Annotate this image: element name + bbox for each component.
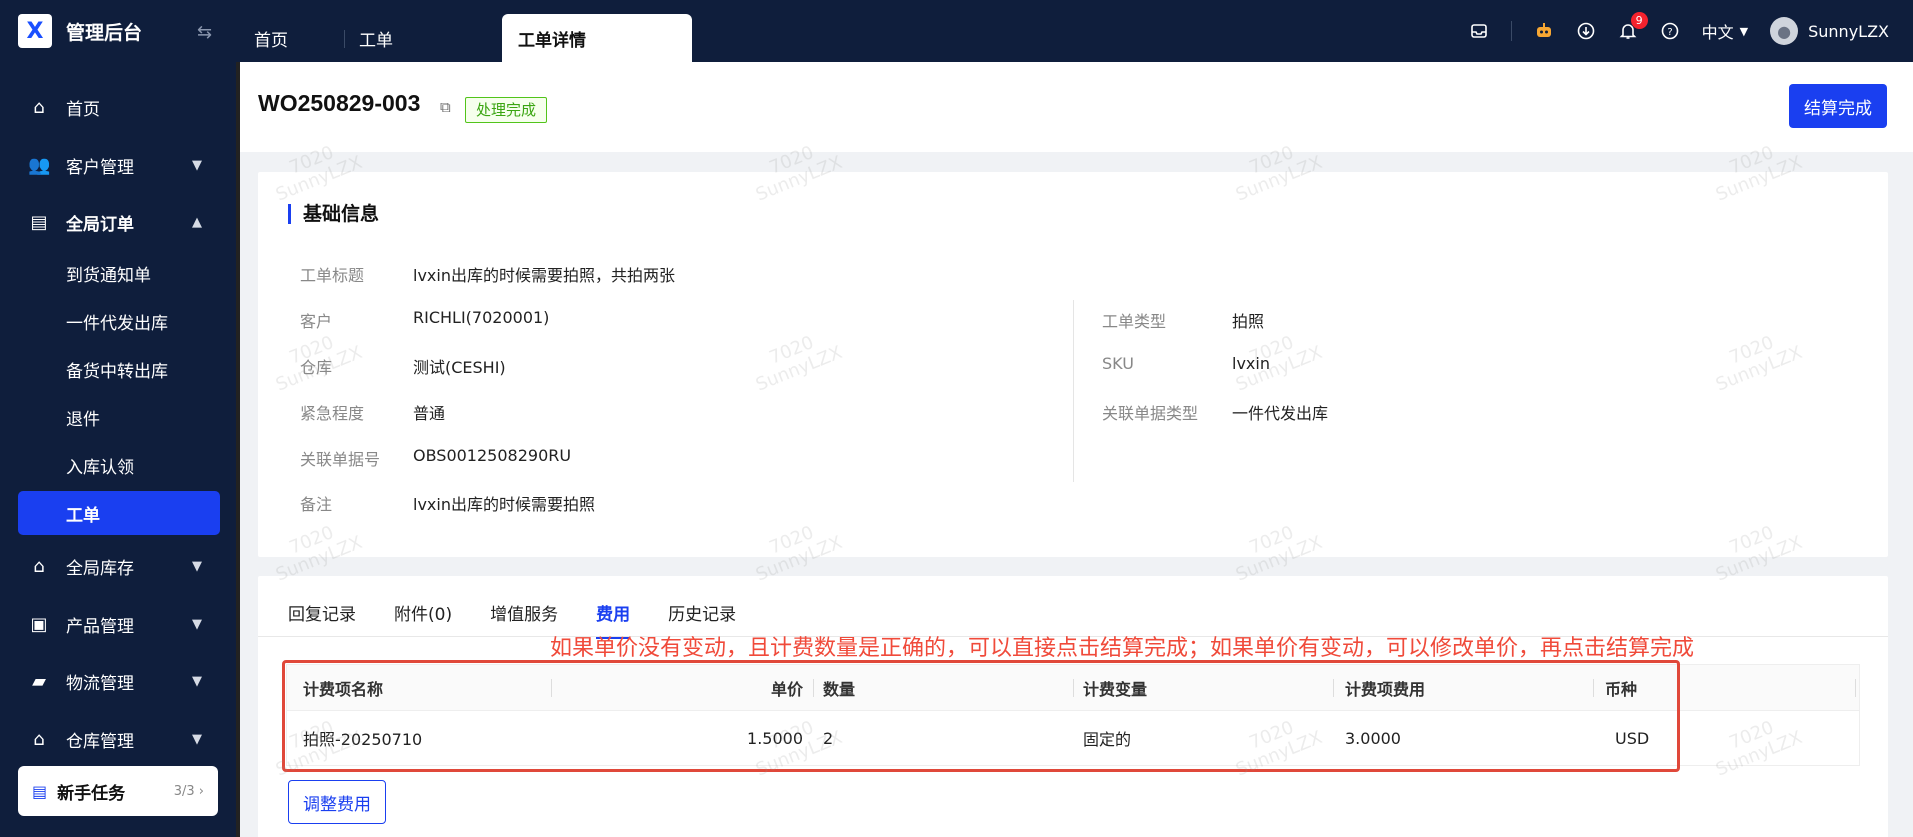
notification-badge: 9 [1630, 12, 1648, 29]
sidebar-item-warehouse[interactable]: ⌂ 仓库管理 ▼ [0, 716, 238, 762]
sidebar-item-inventory[interactable]: ⌂ 全局库存 ▼ [0, 543, 238, 589]
field-order-type: 工单类型 拍照 [1102, 312, 1265, 331]
cell-quantity: 2 [823, 728, 834, 748]
warehouse-icon: ⌂ [33, 728, 45, 750]
chevron-down-icon: ▼ [192, 558, 202, 574]
download-icon[interactable] [1576, 21, 1596, 41]
collapse-sidebar-icon[interactable]: ⇆ [197, 22, 212, 43]
column-header-currency: 币种 [1605, 679, 1638, 699]
annotation-note: 如果单价没有变动，且计费数量是正确的，可以直接点击结算完成；如果单价有变动，可以… [550, 636, 1695, 661]
chevron-up-icon: ▲ [192, 214, 202, 230]
tab-bar: 首页 工单 工单详情 [238, 0, 692, 62]
basic-info-card: 基础信息 工单标题 lvxin出库的时候需要拍照，共拍两张 客户 RICHLI(… [258, 172, 1888, 557]
app-logo: X [18, 14, 52, 48]
tab-attachments[interactable]: 附件(0) [394, 600, 452, 625]
task-list-icon: ▤ [32, 781, 48, 801]
cell-variable: 固定的 [1083, 730, 1132, 749]
sidebar-subitem-dropship-outbound[interactable]: 一件代发出库 [0, 299, 238, 343]
column-divider [1073, 300, 1074, 482]
help-icon[interactable]: ? [1660, 21, 1680, 41]
tab-work-order-detail[interactable]: 工单详情 [502, 14, 692, 62]
column-header-name: 计费项名称 [303, 679, 384, 699]
field-urgency: 紧急程度 普通 [300, 404, 446, 423]
chevron-down-icon: ▼ [192, 731, 202, 747]
field-sku: SKU lvxin [1102, 354, 1270, 373]
sidebar-subitem-transfer-outbound[interactable]: 备货中转出库 [0, 347, 238, 391]
sidebar-subitem-inbound-claim[interactable]: 入库认领 [0, 443, 238, 487]
tab-work-order[interactable]: 工单 [345, 14, 502, 62]
copy-icon[interactable]: ⧉ [440, 98, 451, 116]
field-customer: 客户 RICHLI(7020001) [300, 308, 550, 331]
cell-unit-price[interactable]: 1.5000 [551, 711, 803, 765]
beginner-tasks-card[interactable]: ▤ 新手任务 3/3 › [18, 766, 218, 816]
sidebar-item-home[interactable]: ⌂ 首页 [0, 84, 238, 130]
caret-down-icon: ▼ [1739, 24, 1749, 38]
tab-value-added-services[interactable]: 增值服务 [490, 600, 558, 625]
detail-tabs: 回复记录 附件(0) 增值服务 费用 历史记录 [288, 600, 736, 639]
column-header-quantity: 数量 [823, 679, 856, 699]
chevron-down-icon: ▼ [192, 616, 202, 632]
user-menu[interactable]: ● SunnyLZX [1770, 17, 1889, 45]
cell-fee: 3.0000 [1345, 728, 1401, 748]
field-related-doc-type: 关联单据类型 一件代发出库 [1102, 404, 1329, 423]
inbox-icon[interactable] [1469, 21, 1489, 41]
table-row: 拍照-20250710 1.5000 2 固定的 3.0000 USD [287, 711, 1859, 765]
sidebar-subitem-work-order[interactable]: 工单 [18, 491, 220, 535]
sidebar-item-global-orders[interactable]: ▤ 全局订单 ▲ [0, 199, 238, 245]
column-header-fee: 计费项费用 [1345, 679, 1426, 699]
shopping-bag-icon: ▣ [30, 613, 48, 635]
field-title: 工单标题 lvxin出库的时候需要拍照，共拍两张 [300, 266, 675, 285]
avatar: ● [1770, 17, 1799, 45]
sidebar: ⌂ 首页 👥 客户管理 ▼ ▤ 全局订单 ▲ 到货通知单 一件代发出库 备货中转… [0, 62, 238, 837]
cell-currency: USD [1615, 728, 1650, 748]
work-order-number: WO250829-003 [258, 90, 421, 116]
table-header-row: 计费项名称 单价 数量 计费变量 计费项费用 币种 [287, 665, 1859, 711]
tab-home[interactable]: 首页 [238, 14, 344, 62]
field-warehouse: 仓库 测试(CESHI) [300, 358, 506, 377]
tab-history[interactable]: 历史记录 [668, 600, 736, 625]
svg-text:?: ? [1667, 27, 1672, 38]
language-selector[interactable]: 中文 ▼ [1702, 19, 1748, 43]
cell-fee-name: 拍照-20250710 [303, 730, 423, 749]
sidebar-item-logistics[interactable]: ▰ 物流管理 ▼ [0, 658, 238, 704]
header-tools: 9 ? 中文 ▼ ● SunnyLZX [1469, 0, 1889, 62]
header-divider [1510, 21, 1512, 41]
clipboard-icon: ▤ [30, 211, 48, 233]
column-header-variable: 计费变量 [1083, 679, 1148, 699]
truck-icon: ▰ [32, 670, 46, 692]
sidebar-subitem-arrival-notice[interactable]: 到货通知单 [0, 251, 238, 295]
home-icon: ⌂ [33, 96, 45, 118]
sidebar-item-products[interactable]: ▣ 产品管理 ▼ [0, 601, 238, 647]
section-title: 基础信息 [288, 204, 379, 224]
column-header-unit-price: 单价 [770, 679, 803, 699]
fee-table: 计费项名称 单价 数量 计费变量 计费项费用 币种 拍照-20250710 1.… [286, 664, 1860, 766]
notification-bell-icon[interactable]: 9 [1618, 12, 1648, 41]
adjust-fee-button[interactable]: 调整费用 [288, 780, 386, 824]
order-header: WO250829-003 ⧉ 处理完成 结算完成 [240, 62, 1913, 152]
status-badge: 处理完成 [465, 97, 548, 123]
sidebar-subitem-returns[interactable]: 退件 [0, 395, 238, 439]
tab-fees[interactable]: 费用 [596, 600, 631, 639]
username: SunnyLZX [1808, 21, 1889, 41]
settle-complete-button[interactable]: 结算完成 [1789, 84, 1887, 128]
top-bar: X 管理后台 ⇆ 首页 工单 工单详情 9 ? 中文 ▼ ● SunnyLZX [0, 0, 1913, 62]
app-title: 管理后台 [66, 21, 143, 44]
main-content: WO250829-003 ⧉ 处理完成 结算完成 基础信息 工单标题 lvxin… [240, 62, 1913, 837]
warehouse-icon: ⌂ [33, 555, 45, 577]
sidebar-item-customers[interactable]: 👥 客户管理 ▼ [0, 142, 238, 188]
field-related-doc-no: 关联单据号 OBS0012508290RU [300, 446, 572, 469]
field-remark: 备注 lvxin出库的时候需要拍照 [300, 495, 595, 514]
chevron-right-icon: › [198, 783, 204, 799]
chevron-down-icon: ▼ [192, 673, 202, 689]
chevron-down-icon: ▼ [192, 157, 202, 173]
robot-assistant-icon[interactable] [1534, 21, 1554, 41]
detail-tabs-card: 回复记录 附件(0) 增值服务 费用 历史记录 如果单价没有变动，且计费数量是正… [258, 576, 1888, 837]
tab-reply-records[interactable]: 回复记录 [288, 600, 356, 625]
users-icon: 👥 [28, 154, 51, 176]
